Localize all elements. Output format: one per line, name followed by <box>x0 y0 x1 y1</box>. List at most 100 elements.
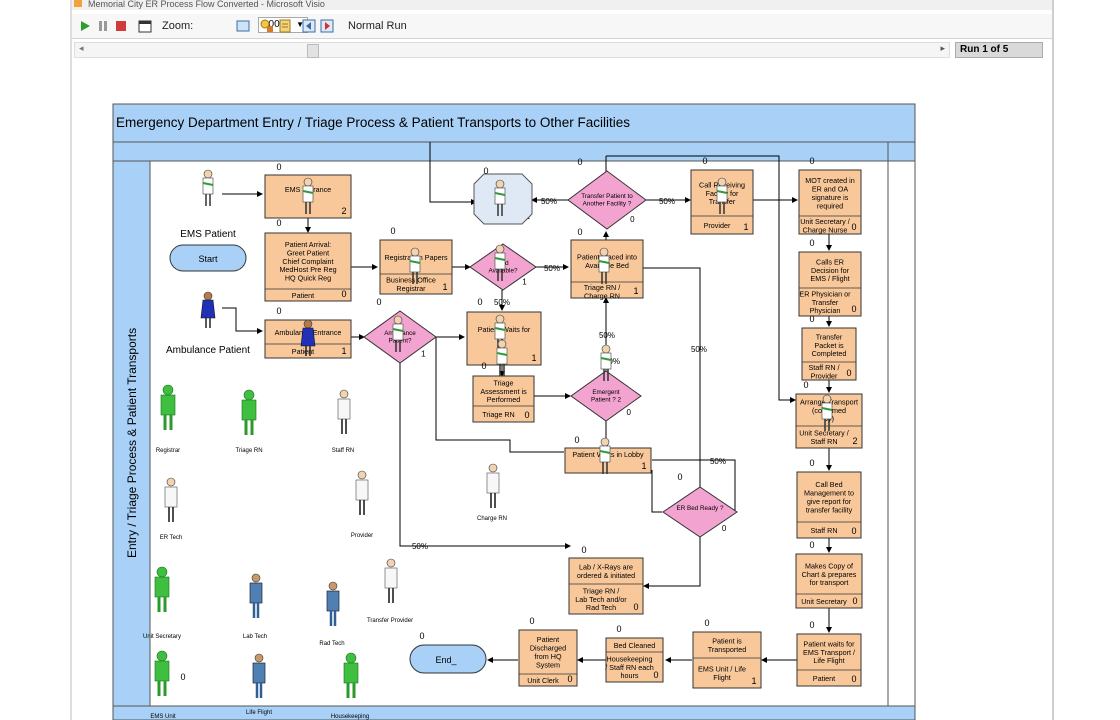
edge-probability-label: 50% <box>541 197 557 206</box>
process-box-role: Unit Secretary <box>801 597 847 606</box>
process-box-title: Patient is Transported <box>708 637 747 654</box>
process-box-role: Unit Secretary / Charge Nurse <box>800 217 850 234</box>
process-box: Lab / X-Rays are ordered & initiatedTriag… <box>568 557 644 615</box>
source-label: Ambulance Patient <box>166 345 250 356</box>
process-box-count: 1 <box>341 346 346 356</box>
lane-header-row <box>112 141 916 162</box>
entity-count: 0 <box>809 156 814 166</box>
decision-count: 0 <box>630 215 635 224</box>
process-box-count: 0 <box>524 410 529 420</box>
process-box-role: Triage RN <box>482 410 514 419</box>
entity-count: 0 <box>276 306 281 316</box>
process-box-count: 0 <box>851 674 856 684</box>
entity-count: 0 <box>803 380 808 390</box>
process-box-role: Triage RN / Charge RN <box>584 283 620 300</box>
process-box: Calls ER Decision for EMS / FlightER Physi… <box>798 251 862 317</box>
entity-count: 0 <box>276 162 281 172</box>
lane-label: Entry / Triage Process & Patient Transpo… <box>125 328 139 558</box>
resource-label: Rad Tech <box>319 641 344 647</box>
entity-count: 0 <box>809 540 814 550</box>
process-box-role: Provider <box>704 221 731 230</box>
resource-label: Charge RN <box>477 516 507 522</box>
resource-label: Housekeeping <box>331 714 369 720</box>
entity-count: 0 <box>809 238 814 248</box>
entity-count: 0 <box>704 618 709 628</box>
entity-count: 0 <box>809 458 814 468</box>
process-box-role: Patient <box>813 674 835 683</box>
process-box-count: 0 <box>653 670 658 680</box>
process-box: Bed CleanedHousekeeping / Staff RN each ho… <box>605 637 664 683</box>
entity-count: 0 <box>180 672 185 682</box>
entity-count: 0 <box>677 472 682 482</box>
process-box: MOT created in ER and OA signature is requi… <box>798 169 862 235</box>
decision-count: 0 <box>627 408 632 417</box>
decision-label: Emergent Patient ? 2 <box>591 389 622 404</box>
entity-count: 0 <box>481 361 486 371</box>
edge-probability-label: 50% <box>710 457 726 466</box>
entity-count: 0 <box>419 631 424 641</box>
resource-label: Provider <box>351 533 373 539</box>
entity-count: 0 <box>702 156 707 166</box>
entity-count: 0 <box>577 157 582 167</box>
resource-label: ER Tech <box>160 535 183 541</box>
process-box: Transfer Packet is Completed Staff RN / Prov… <box>801 327 857 381</box>
process-box-count: 0 <box>851 526 856 536</box>
entity-count: 0 <box>809 314 814 324</box>
decision-count: 1 <box>522 277 527 286</box>
resource-label: Unit Secretary <box>143 634 181 640</box>
entity-count: 0 <box>529 616 534 626</box>
edge-probability-label: 50% <box>691 345 707 354</box>
process-box-count: 0 <box>851 304 856 314</box>
entity-count: 0 <box>809 620 814 630</box>
process-box: Patient is TransportedEMS Unit / Life Flig… <box>692 631 762 689</box>
process-box-role: Patient <box>292 347 314 356</box>
edge-probability-label: 50% <box>494 298 510 307</box>
edge-probability-label: 50% <box>599 331 615 340</box>
entity-count: 0 <box>483 166 488 176</box>
decision-label: ER Bed Ready ? <box>677 505 724 512</box>
decision-label: Transfer Patient to Another Facility ? <box>581 193 633 208</box>
process-box: Triage Assessment is PerformedTriage RN 0 <box>472 375 535 423</box>
process-box-role: Patient <box>292 291 314 300</box>
process-box-count: 2 <box>341 206 346 216</box>
decision-count: 1 <box>421 350 426 359</box>
process-box-count: 1 <box>531 353 536 363</box>
process-box-title: Calls ER Decision for EMS / Flight <box>810 257 849 283</box>
resource-label: Transfer Provider <box>367 618 413 624</box>
resource-label: EMS Unit <box>150 714 176 720</box>
process-box-role: Staff RN <box>810 526 837 535</box>
process-flow-diagram: Emergency Department Entry / Triage Proc… <box>112 103 916 720</box>
process-box-count: 1 <box>633 286 638 296</box>
process-box: Makes Copy of Chart & prepares for transpo… <box>795 553 863 609</box>
diagram-title: Emergency Department Entry / Triage Proc… <box>116 115 630 130</box>
start-label: Start <box>198 254 218 264</box>
end-label: End_ <box>435 655 457 665</box>
process-box-title: Transfer Packet is Completed <box>812 332 847 358</box>
process-box: Patient waits for EMS Transport / Life Fli… <box>796 633 862 687</box>
process-box-count: 0 <box>846 368 851 378</box>
process-box-count: 1 <box>751 676 756 686</box>
entity-count: 0 <box>276 218 281 228</box>
process-box-count: 1 <box>442 282 447 292</box>
entity-count: 0 <box>616 624 621 634</box>
decision-count: 0 <box>722 524 727 533</box>
process-box-title: Patient Arrival: Greet Patient Chief Compl… <box>279 240 336 283</box>
process-box: Call Bed Management to give report for tran… <box>796 471 862 539</box>
entity-count: 0 <box>390 226 395 236</box>
edge-probability-label: 50% <box>412 542 428 551</box>
process-box-count: 0 <box>852 596 857 606</box>
entity-count: 0 <box>581 545 586 555</box>
process-box-count: 0 <box>567 674 572 684</box>
resource-label: Life Flight <box>246 710 272 716</box>
entity-count: 0 <box>574 435 579 445</box>
lane-footer-row <box>112 705 916 720</box>
process-box: Patient Discharged from HQ SystemUnit Clerk… <box>518 629 578 687</box>
process-box-count: 0 <box>341 289 346 299</box>
resource-label: Registrar <box>156 448 180 454</box>
entity-count: 0 <box>376 297 381 307</box>
entity-count: 0 <box>477 297 482 307</box>
process-box-role: Unit Clerk <box>527 676 559 685</box>
resource-label: Triage RN <box>235 448 262 454</box>
source-label: EMS Patient <box>180 229 236 240</box>
edge-probability-label: 50% <box>659 197 675 206</box>
